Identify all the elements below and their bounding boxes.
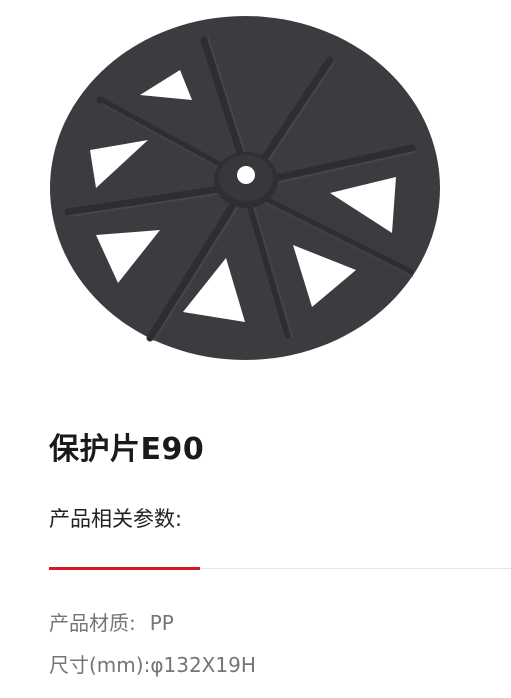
spec-material-value: PP: [149, 611, 174, 635]
product-title: 保护片E90: [49, 432, 205, 467]
spec-size-value: φ132X19H: [150, 653, 256, 677]
product-image: [50, 16, 440, 360]
washer-disc-icon: [50, 16, 440, 360]
product-detail-page: 保护片E90 产品相关参数: 产品材质: PP 尺寸(mm):φ132X19H: [0, 0, 511, 698]
spec-material-row: 产品材质: PP: [49, 608, 174, 638]
section-divider-accent: [49, 567, 200, 570]
spec-material-label: 产品材质:: [49, 611, 136, 635]
params-heading: 产品相关参数:: [49, 507, 183, 531]
spec-size-row: 尺寸(mm):φ132X19H: [49, 650, 256, 680]
spec-size-label: 尺寸(mm):: [49, 653, 151, 677]
